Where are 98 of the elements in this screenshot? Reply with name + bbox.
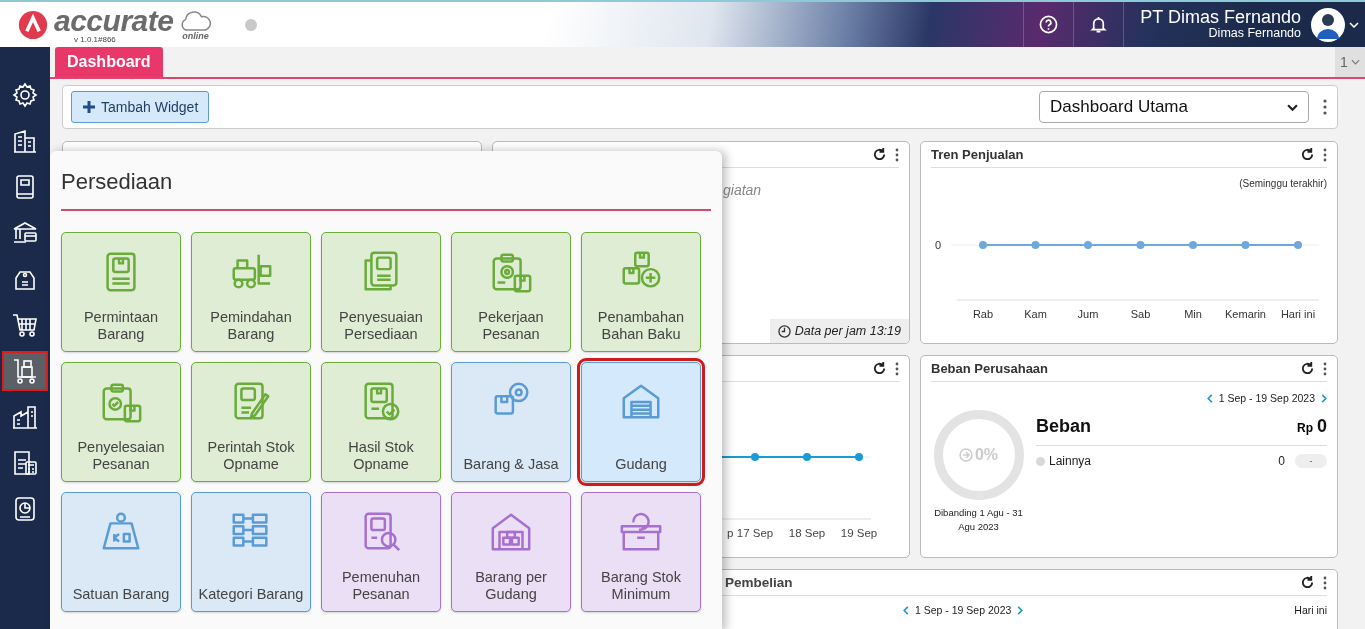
data-point [855, 453, 863, 461]
menu-tile[interactable]: Perintah Stok Opname [191, 362, 311, 482]
x-axis-label: Jum [1077, 308, 1099, 320]
chevron-down-icon[interactable] [1349, 21, 1359, 28]
more-icon[interactable] [1323, 99, 1327, 115]
chevron-down-icon [1287, 103, 1298, 111]
menu-tile[interactable]: Barang & Jasa [451, 362, 571, 482]
help-icon [1039, 15, 1059, 34]
data-point [1241, 241, 1250, 249]
data-point [1031, 241, 1040, 249]
data-point [1084, 241, 1092, 249]
chevron-left-icon[interactable] [903, 605, 909, 615]
gear-icon [12, 82, 38, 108]
menu-tile[interactable]: Satuan Barang [61, 492, 181, 612]
user-name: Dimas Fernando [1208, 27, 1301, 41]
menu-tile[interactable]: Kategori Barang [191, 492, 311, 612]
period-label: 1 Sep - 19 Sep 2023 [1218, 392, 1315, 404]
data-point [751, 453, 759, 461]
tax-document-icon [12, 450, 38, 476]
brand-subtitle: online [182, 31, 209, 41]
more-icon[interactable] [1323, 575, 1327, 590]
menu-tile[interactable]: Barang per Gudang [451, 492, 571, 612]
menu-tile[interactable]: Pemindahan Barang [191, 232, 311, 352]
report-icon [12, 496, 38, 522]
sidebar-item[interactable] [2, 351, 48, 391]
page-dropdown[interactable]: 1 [1335, 47, 1365, 77]
widget-title: Pembelian [725, 575, 793, 590]
x-axis-label: Kemarin [1225, 308, 1266, 320]
menu-tile[interactable]: Hasil Stok Opname [321, 362, 441, 482]
panel-title: Persediaan [61, 169, 711, 211]
widget-title: Tren Penjualan [931, 147, 1024, 162]
dashboard-select[interactable]: Dashboard Utama [1039, 91, 1309, 123]
period-note: (Seminggu terakhir) [1239, 178, 1327, 189]
more-icon[interactable] [1323, 361, 1327, 376]
chevron-right-icon[interactable] [1017, 605, 1024, 615]
x-axis-label: p [727, 527, 734, 539]
comparison-text: Dibanding 1 Agu - 31 Agu 2023 [933, 506, 1024, 535]
refresh-icon[interactable] [1300, 575, 1315, 590]
data-point [803, 453, 811, 461]
empty-message: giatan [723, 182, 763, 198]
menu-tile[interactable]: Pekerjaan Pesanan [451, 232, 571, 352]
menu-tile[interactable]: Penambahan Bahan Baku [581, 232, 701, 352]
avatar[interactable] [1311, 7, 1345, 42]
menu-tile[interactable]: Permintaan Barang [61, 232, 181, 352]
legend-label: Lainnya [1049, 454, 1092, 468]
chevron-right-icon[interactable] [1321, 393, 1327, 403]
trolley-icon [12, 358, 38, 384]
timestamp-text: Data per jam 13:19 [794, 324, 901, 338]
x-axis-label: Hari ini [1280, 308, 1316, 320]
refresh-icon[interactable] [872, 361, 887, 376]
version-text: v 1.0.1#866 [74, 35, 117, 44]
legend-value: 0 [1278, 454, 1285, 468]
arrow-circle-icon [958, 448, 973, 462]
x-axis-label: 18 Sep [788, 527, 826, 539]
range-label: Hari ini [1294, 604, 1327, 616]
x-axis-label: Min [1184, 308, 1202, 320]
x-axis-label: 19 Sep [840, 527, 878, 539]
factory-icon [12, 404, 38, 430]
brand-name: accurate [54, 5, 174, 36]
company-name: PT Dimas Fernando [1140, 8, 1301, 28]
plus-icon [82, 100, 96, 114]
menu-tile[interactable]: Penyesuaian Persediaan [321, 232, 441, 352]
widget-title: Beban Perusahaan [931, 361, 1049, 376]
more-icon[interactable] [895, 361, 899, 376]
data-point [1136, 241, 1145, 249]
total-amount: 0 [1317, 416, 1327, 437]
x-axis-label: Rab [972, 308, 994, 320]
bell-icon [1089, 15, 1109, 34]
tab[interactable]: Dashboard [55, 47, 163, 77]
building-icon [12, 128, 38, 154]
currency-label: Rp [1297, 421, 1313, 435]
refresh-icon[interactable] [872, 147, 887, 162]
x-axis-label: Kam [1024, 308, 1047, 320]
data-point [1189, 241, 1197, 249]
refresh-icon[interactable] [1300, 147, 1315, 162]
axis-label: 0 [935, 239, 942, 251]
clock-icon [777, 324, 791, 338]
menu-tile[interactable]: Penyelesaian Pesanan [61, 362, 181, 482]
add-widget-button[interactable]: Tambah Widget [71, 91, 210, 123]
cart-icon [12, 312, 38, 338]
menu-tile[interactable]: Barang Stok Minimum [581, 492, 701, 612]
status-indicator [245, 18, 258, 31]
x-axis-label: Sab [1130, 308, 1151, 320]
data-point [1294, 241, 1302, 249]
cloud-icon [179, 10, 212, 32]
period-label: 1 Sep - 19 Sep 2023 [915, 604, 1012, 616]
chevron-down-icon [1350, 59, 1360, 65]
bank-icon [12, 220, 38, 246]
menu-tile[interactable]: Pemenuhan Pesanan [321, 492, 441, 612]
chevron-left-icon[interactable] [1206, 393, 1213, 403]
logo-icon [18, 9, 48, 40]
more-icon[interactable] [895, 147, 899, 162]
change-badge: - [1295, 454, 1327, 468]
more-icon[interactable] [1323, 147, 1327, 162]
expense-heading: Beban [1036, 416, 1091, 437]
x-axis-label: 17 Sep [736, 527, 774, 539]
data-point [979, 241, 987, 249]
refresh-icon[interactable] [1300, 361, 1315, 376]
